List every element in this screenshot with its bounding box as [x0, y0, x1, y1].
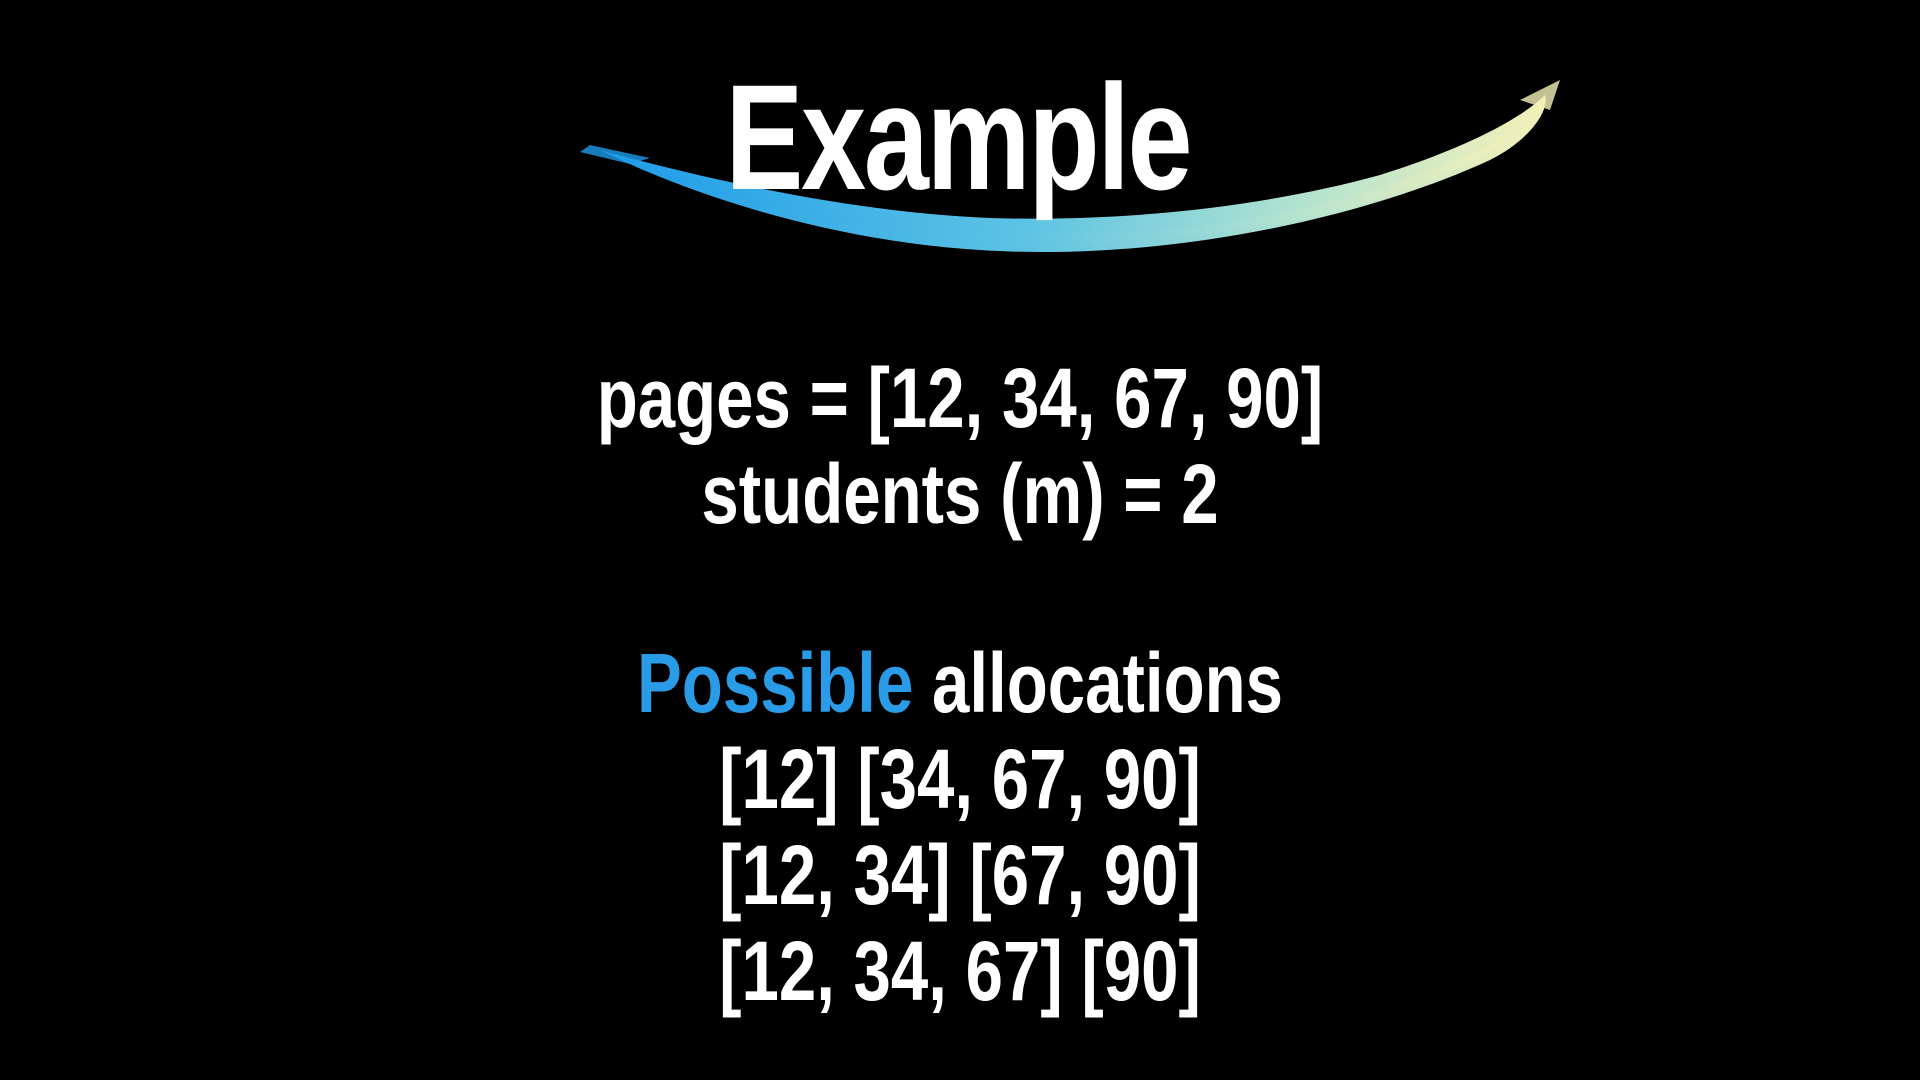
slide: Example pages = [12, 34, 67, 90] student…	[0, 0, 1920, 1080]
allocation-row: [12, 34] [67, 90]	[719, 828, 1201, 922]
problem-parameters: pages = [12, 34, 67, 90] students (m) = …	[192, 350, 1728, 542]
allocation-row: [12] [34, 67, 90]	[719, 732, 1201, 826]
allocations-heading-accent: Possible	[636, 636, 914, 730]
slide-title: Example	[725, 53, 1192, 221]
allocations-heading-rest: allocations	[913, 636, 1284, 730]
allocation-row: [12, 34, 67] [90]	[719, 924, 1201, 1018]
allocations-section: Possible allocations [12] [34, 67, 90] […	[192, 635, 1728, 1019]
allocations-heading: Possible allocations	[192, 635, 1728, 731]
students-count-line: students (m) = 2	[701, 447, 1219, 541]
pages-array-line: pages = [12, 34, 67, 90]	[596, 351, 1324, 445]
